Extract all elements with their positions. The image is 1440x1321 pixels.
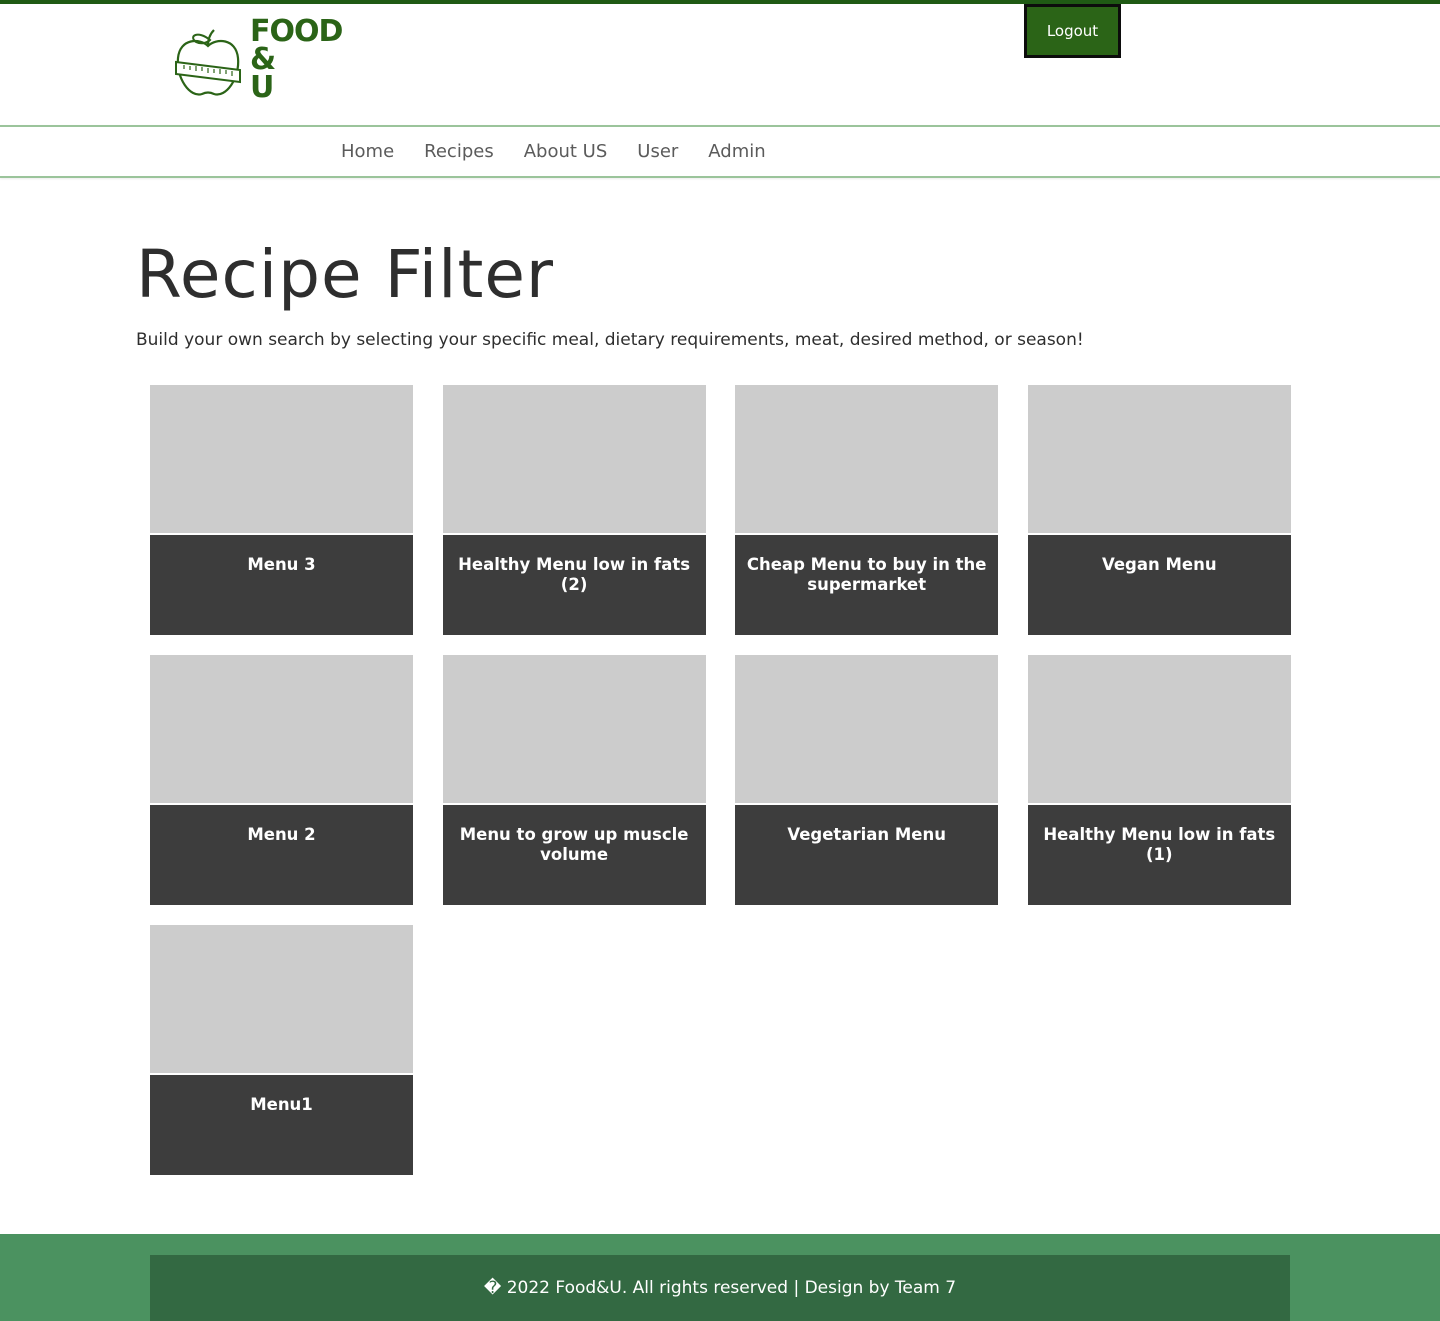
menu-card[interactable]: Menu 2 — [150, 655, 413, 905]
menu-card-title: Vegan Menu — [1101, 555, 1217, 574]
menu-card[interactable]: Healthy Menu low in fats (2) — [442, 385, 706, 635]
menu-card-image — [150, 385, 413, 535]
logout-button[interactable]: Logout — [1024, 4, 1121, 58]
menu-card-image — [1027, 385, 1291, 535]
logo-text: FOOD & U — [250, 17, 343, 105]
menu-card-image — [1027, 655, 1291, 805]
nav-item-user[interactable]: User — [637, 141, 678, 162]
menu-grid: Menu 3 Healthy Menu low in fats (2) Chea… — [150, 385, 1291, 1175]
menu-card[interactable]: Cheap Menu to buy in the supermarket — [735, 385, 999, 635]
footer-copyright: � 2022 Food&U. All rights reserved | Des… — [150, 1255, 1290, 1321]
menu-card-title: Healthy Menu low in fats (2) — [458, 555, 691, 594]
menu-card-image — [735, 655, 999, 805]
menu-card-image — [150, 925, 413, 1075]
nav-item-about-us[interactable]: About US — [524, 141, 608, 162]
menu-card-title: Vegetarian Menu — [787, 825, 946, 844]
menu-card-image — [442, 385, 706, 535]
menu-card[interactable]: Vegan Menu — [1027, 385, 1291, 635]
menu-card-title: Menu1 — [250, 1095, 313, 1114]
menu-card-title: Menu to grow up muscle volume — [459, 825, 689, 864]
menu-card-title: Cheap Menu to buy in the supermarket — [746, 555, 987, 594]
apple-tape-icon — [175, 29, 241, 96]
menu-card-title: Menu 2 — [247, 825, 316, 844]
menu-card[interactable]: Vegetarian Menu — [735, 655, 999, 905]
site-header: FOOD & U — [0, 4, 1440, 126]
menu-card-image — [442, 655, 706, 805]
page-subtitle: Build your own search by selecting your … — [136, 330, 1084, 350]
menu-card-image — [735, 385, 999, 535]
menu-card[interactable]: Menu 3 — [150, 385, 413, 635]
site-logo[interactable]: FOOD & U — [172, 17, 352, 114]
menu-card-title: Healthy Menu low in fats (1) — [1043, 825, 1276, 864]
site-footer: � 2022 Food&U. All rights reserved | Des… — [0, 1234, 1440, 1321]
logo-text-line3: U — [250, 70, 274, 105]
menu-card[interactable]: Menu to grow up muscle volume — [442, 655, 706, 905]
nav-item-home[interactable]: Home — [341, 141, 394, 162]
nav-item-recipes[interactable]: Recipes — [424, 141, 494, 162]
main-nav: Home Recipes About US User Admin — [0, 125, 1440, 178]
nav-item-admin[interactable]: Admin — [708, 141, 765, 162]
page-title: Recipe Filter — [136, 236, 555, 313]
menu-card-title: Menu 3 — [247, 555, 316, 574]
menu-card-image — [150, 655, 413, 805]
menu-card[interactable]: Healthy Menu low in fats (1) — [1027, 655, 1291, 905]
menu-card[interactable]: Menu1 — [150, 925, 413, 1175]
